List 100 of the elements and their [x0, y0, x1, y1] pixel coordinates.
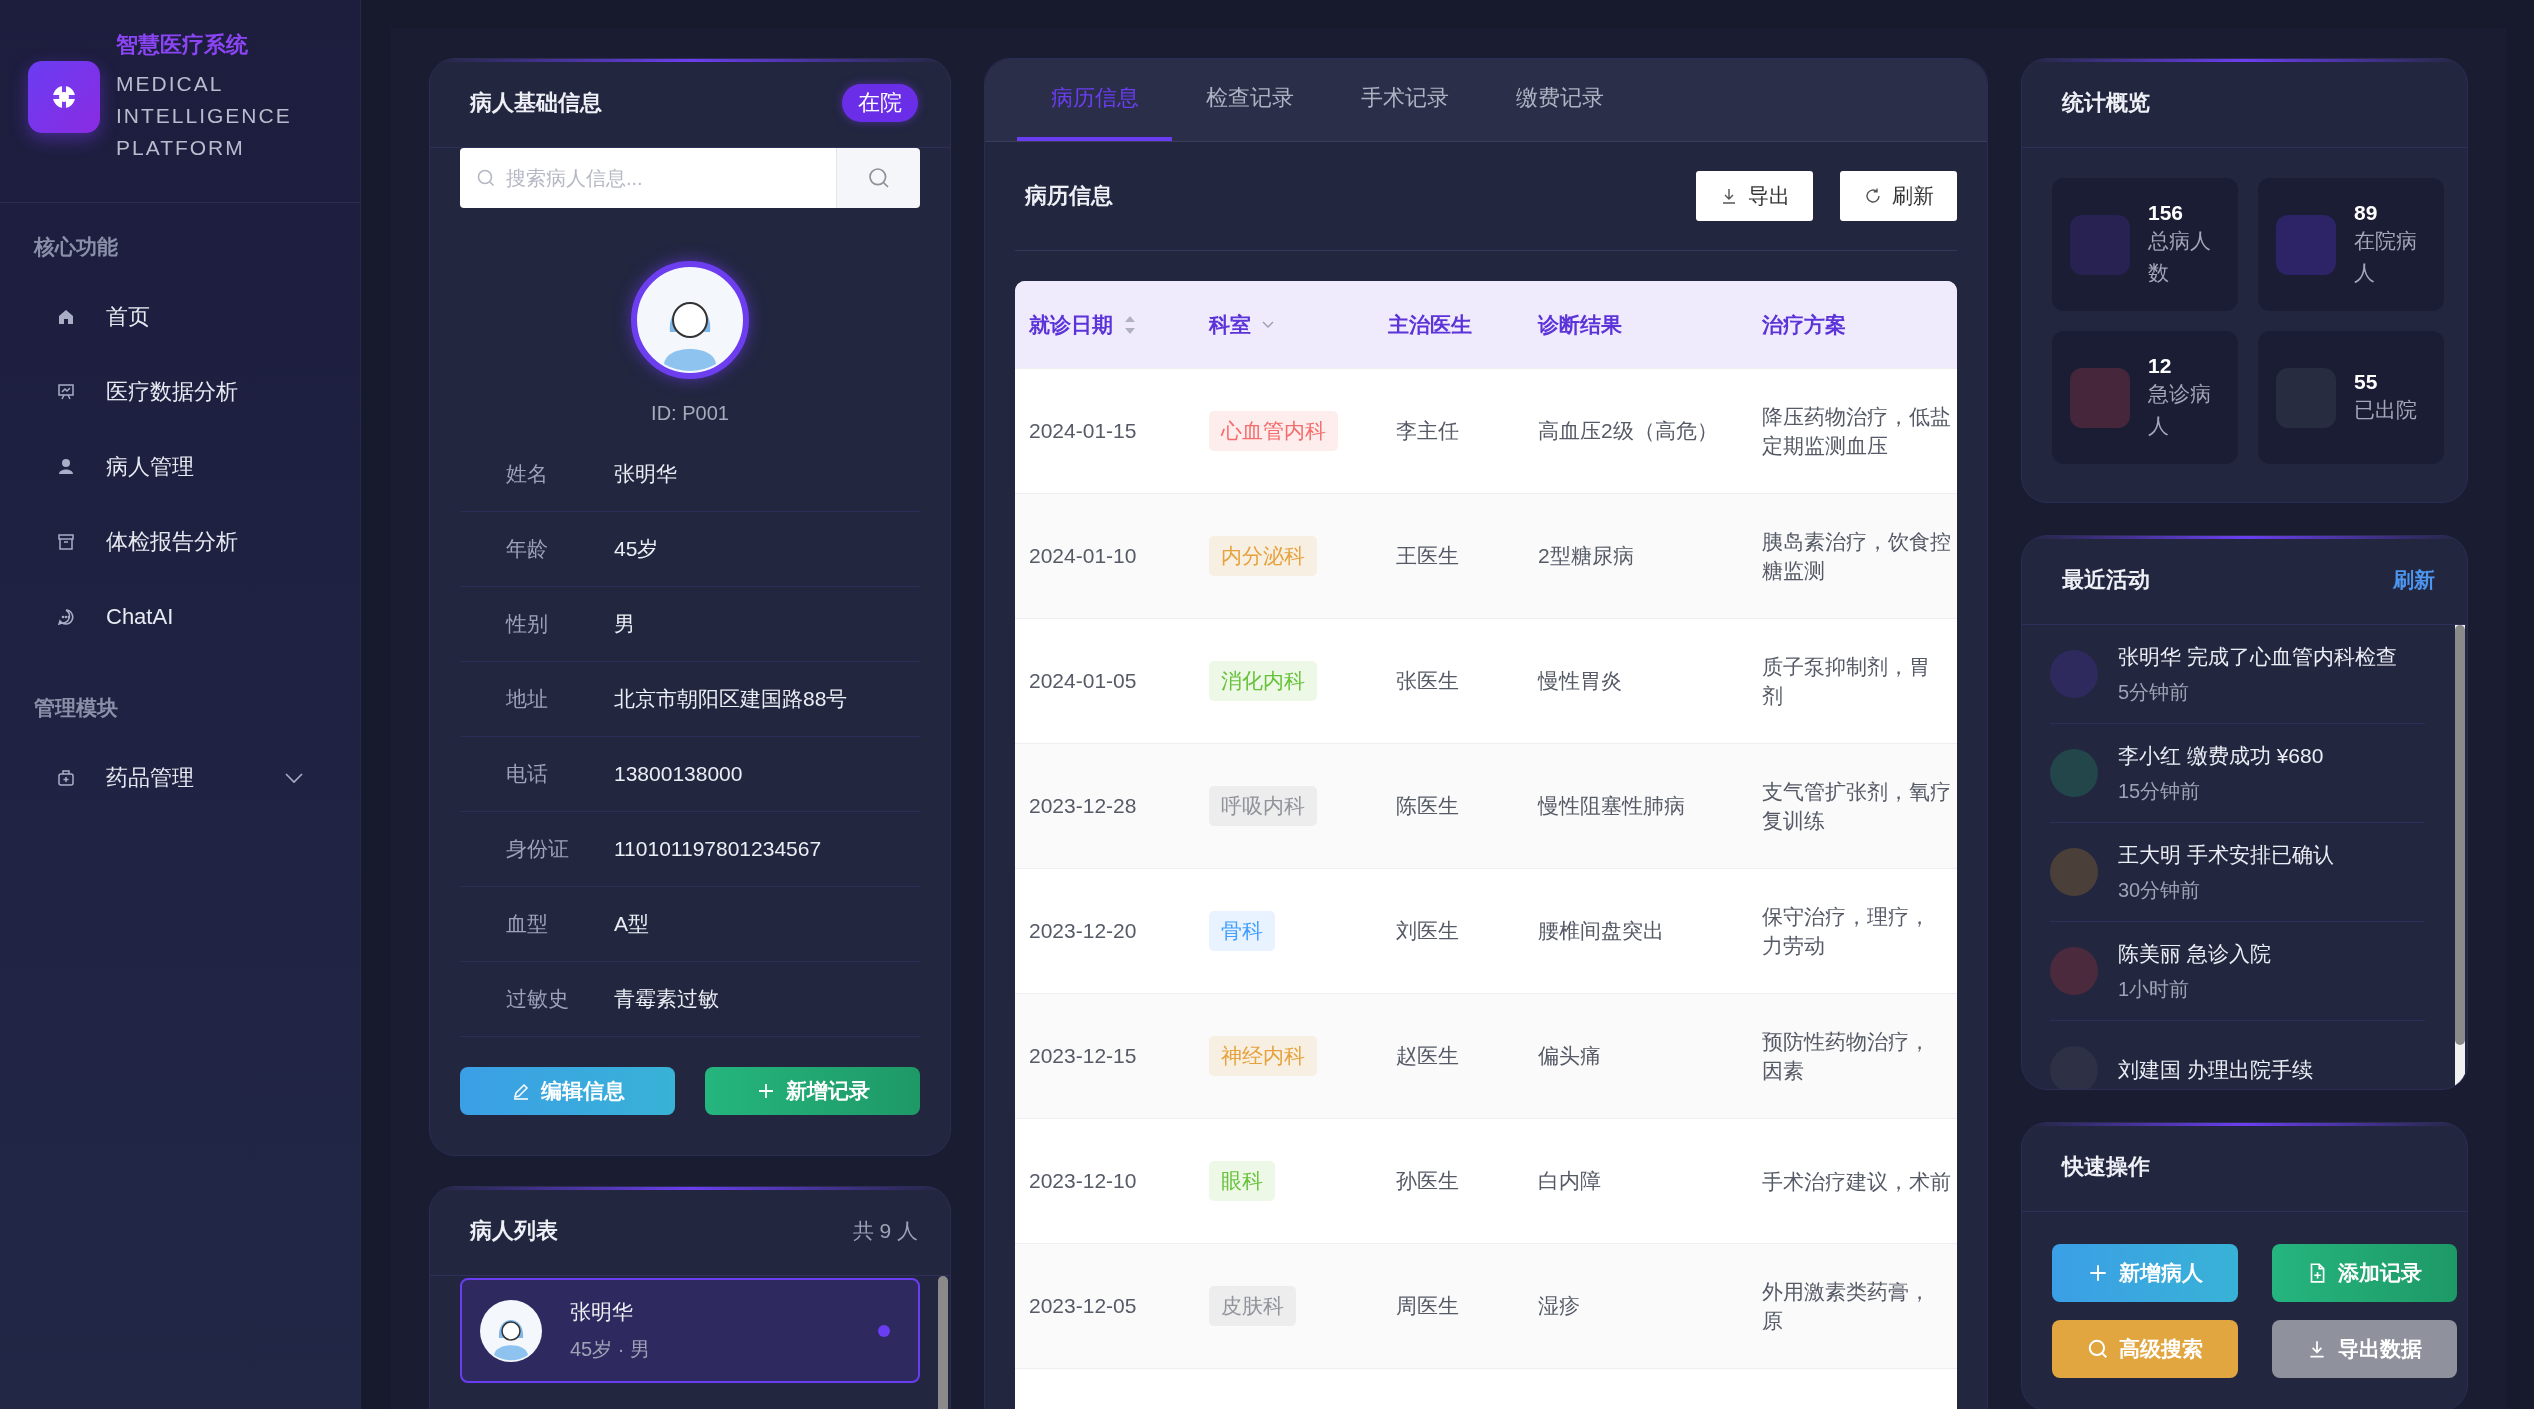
panel-title: 统计概览	[2062, 89, 2150, 117]
refresh-button[interactable]: 刷新	[1840, 171, 1957, 221]
panel-title: 快速操作	[2062, 1153, 2150, 1181]
table-cell-text: 慢性胃炎	[1537, 668, 1623, 694]
field-value: 13800138000	[614, 762, 743, 786]
table-cell-text: 2023-12-20	[1028, 919, 1138, 943]
department-tag: 神经内科	[1208, 1036, 1317, 1076]
field-value: 青霉素过敏	[614, 986, 719, 1012]
activity-text: 刘建国 办理出院手续	[2118, 1057, 2313, 1083]
brand-subtitle: INTELLIGENCE	[116, 103, 292, 129]
department-tag: 呼吸内科	[1208, 786, 1317, 826]
field-value: A型	[614, 911, 649, 937]
stat-label: 急诊病人	[2148, 380, 2212, 439]
search-icon	[2086, 1338, 2109, 1360]
tab[interactable]: 检查记录	[1172, 59, 1327, 141]
activity-text: 李小红 缴费成功 ¥680	[2118, 742, 2324, 769]
table-cell-text: 2024-01-15	[1028, 419, 1138, 443]
field-value: 男	[614, 611, 635, 637]
table-cell-text: 胰岛素治疗，饮食控 糖监测	[1762, 529, 1953, 584]
field-label: 地址	[505, 686, 549, 712]
table-cell-text: 保守治疗，理疗， 力劳动	[1762, 904, 1932, 959]
user-icon	[56, 456, 76, 477]
search-icon	[866, 166, 891, 190]
panel-title: 病人基础信息	[470, 89, 602, 117]
patient-name: 张明华	[570, 1299, 634, 1325]
panel-title: 最近活动	[2062, 566, 2150, 594]
nav-item[interactable]: 药品管理	[0, 740, 360, 815]
field-label: 电话	[505, 761, 549, 787]
field-label: 性别	[504, 611, 549, 637]
nav-item[interactable]: ChatAI	[0, 579, 360, 654]
table-cell-text: 慢性阻塞性肺病	[1537, 793, 1686, 819]
chevron-down-icon	[1260, 319, 1275, 330]
search-icon	[476, 168, 496, 188]
tab[interactable]: 缴费记录	[1482, 59, 1637, 141]
activity-time: 15分钟前	[2118, 778, 2202, 804]
selected-dot-icon	[878, 1324, 890, 1337]
table-cell-text: 高血压2级（高危）	[1537, 418, 1719, 444]
column-header[interactable]: 诊断结果	[1537, 310, 1763, 339]
panel-title: 病人列表	[470, 1217, 558, 1245]
table-cell-text: 刘医生	[1395, 918, 1461, 944]
table-cell-text: 2023-12-28	[1028, 794, 1138, 818]
add-record-button[interactable]: 添加记录	[2271, 1244, 2457, 1302]
stat-value: 12	[2148, 353, 2173, 378]
table-cell-text: 支气管扩张剂，氧疗 复训练	[1762, 779, 1953, 834]
export-data-button[interactable]: 导出数据	[2271, 1320, 2457, 1378]
patient-id: ID: P001	[650, 402, 730, 425]
tab[interactable]: 手术记录	[1327, 59, 1482, 141]
table-cell-text: 外用激素类药膏， 原	[1762, 1279, 1932, 1334]
table-cell-text: 陈医生	[1395, 793, 1461, 819]
field-value: 110101197801234567	[614, 837, 822, 861]
table-cell-text: 2024-01-05	[1028, 669, 1138, 693]
search-button[interactable]	[836, 148, 920, 208]
department-tag: 皮肤科	[1208, 1286, 1296, 1326]
table-cell-text: 李主任	[1395, 418, 1461, 444]
avatar	[480, 1299, 542, 1362]
table-cell-text: 预防性药物治疗， 因素	[1762, 1029, 1932, 1084]
table-cell-text: 质子泵抑制剂，胃 剂	[1762, 654, 1932, 709]
table-cell-text: 赵医生	[1395, 1043, 1461, 1069]
table-cell-text: 孙医生	[1395, 1168, 1461, 1194]
nav-item[interactable]: 体检报告分析	[0, 504, 360, 579]
table-cell-text: 2型糖尿病	[1537, 543, 1635, 569]
export-button[interactable]: 导出	[1696, 171, 1813, 221]
activity-time: 1小时前	[2118, 976, 2191, 1002]
department-tag: 心血管内科	[1208, 411, 1338, 451]
field-label: 姓名	[505, 461, 549, 487]
table-cell-text: 偏头痛	[1537, 1043, 1602, 1069]
patient-list-item[interactable]: 张明华 45岁 · 男	[460, 1278, 920, 1383]
search-field[interactable]: 搜索病人信息...	[460, 148, 836, 208]
section-title: 病历信息	[1024, 182, 1113, 210]
medical-kit-icon	[56, 767, 76, 788]
field-label: 年龄	[505, 536, 549, 562]
nav-section-title: 核心功能	[32, 234, 119, 260]
brand-subtitle: MEDICAL	[116, 71, 225, 97]
department-tag: 眼科	[1208, 1161, 1275, 1201]
column-header[interactable]: 主治医生	[1388, 310, 1538, 339]
table-cell-text: 周医生	[1395, 1293, 1461, 1319]
table-cell-text: 手术治疗建议，术前	[1762, 1168, 1953, 1195]
column-header[interactable]: 治疗方案	[1762, 310, 1957, 339]
table-cell-text: 王医生	[1395, 543, 1461, 569]
stat-value: 89	[2354, 200, 2379, 225]
stat-label: 总病人数	[2148, 227, 2212, 286]
nav-item[interactable]: 病人管理	[0, 429, 360, 504]
archive-box-icon	[56, 531, 76, 552]
logo-icon	[28, 61, 100, 133]
activity-text: 陈美丽 急诊入院	[2118, 940, 2271, 967]
table-cell-text: 腰椎间盘突出	[1537, 918, 1665, 944]
column-header[interactable]: 就诊日期	[1015, 310, 1209, 339]
field-label: 身份证	[505, 836, 570, 862]
patient-meta: 45岁 · 男	[570, 1337, 652, 1362]
stat-label: 在院病人	[2354, 227, 2418, 286]
nav-item[interactable]: 首页	[0, 279, 360, 354]
add-record-button[interactable]: 新增记录	[705, 1067, 920, 1115]
refresh-link[interactable]: 刷新	[2393, 566, 2435, 594]
column-header[interactable]: 科室	[1208, 310, 1389, 339]
table-cell-text: 2023-12-10	[1028, 1169, 1138, 1193]
table-cell-text: 湿疹	[1537, 1293, 1581, 1319]
nav-section-title: 管理模块	[33, 695, 119, 721]
nav-item[interactable]: 医疗数据分析	[0, 354, 360, 429]
scrollbar[interactable]	[2455, 625, 2465, 1045]
stat-label: 已出院	[2354, 396, 2418, 423]
